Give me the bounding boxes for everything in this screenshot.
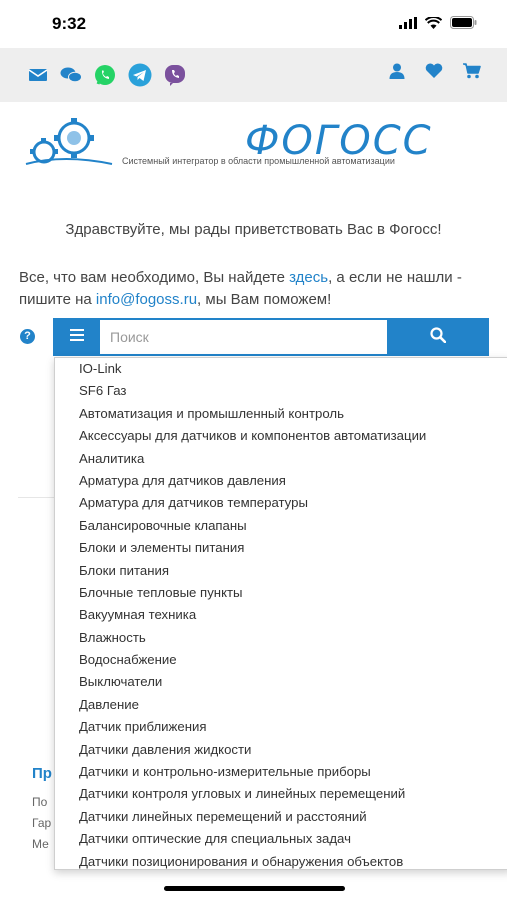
category-item[interactable]: Водоснабжение	[55, 649, 507, 671]
chat-icon[interactable]	[60, 67, 82, 83]
category-item[interactable]: Аксессуары для датчиков и компонентов ав…	[55, 425, 507, 447]
search-icon	[430, 326, 447, 348]
category-item[interactable]: Арматура для датчиков температуры	[55, 492, 507, 514]
info-text-part: Все, что вам необходимо, Вы найдете	[19, 269, 290, 286]
category-item[interactable]: Выключатели	[55, 671, 507, 693]
category-item[interactable]: IO-Link	[55, 358, 507, 380]
contact-icons	[28, 63, 186, 87]
category-item[interactable]: Датчики и контрольно-измерительные прибо…	[55, 761, 507, 783]
category-item[interactable]: Датчик приближения	[55, 716, 507, 738]
category-item[interactable]: Аналитика	[55, 448, 507, 470]
category-item[interactable]: SF6 Газ	[55, 380, 507, 402]
info-text: Все, что вам необходимо, Вы найдете здес…	[19, 267, 493, 311]
status-icons	[399, 16, 477, 29]
category-item[interactable]: Влажность	[55, 627, 507, 649]
section-line: Ме	[32, 837, 49, 851]
search-bar	[53, 318, 489, 356]
category-item[interactable]: Блоки питания	[55, 560, 507, 582]
account-icons	[389, 63, 481, 79]
search-input[interactable]	[100, 318, 387, 356]
category-item[interactable]: Блочные тепловые пункты	[55, 582, 507, 604]
section-line: Гар	[32, 816, 52, 830]
cart-icon[interactable]	[463, 63, 481, 79]
help-icon[interactable]: ?	[20, 329, 35, 344]
signal-icon	[399, 16, 417, 29]
category-item[interactable]: Давление	[55, 694, 507, 716]
category-item[interactable]: Датчики давления жидкости	[55, 739, 507, 761]
mail-icon[interactable]	[28, 68, 48, 82]
category-item[interactable]: Балансировочные клапаны	[55, 515, 507, 537]
top-bar	[0, 48, 507, 102]
welcome-text: Здравствуйте, мы рады приветствовать Вас…	[65, 221, 442, 238]
catalog-menu-button[interactable]	[53, 318, 100, 356]
here-link[interactable]: здесь	[289, 269, 328, 286]
category-item[interactable]: Блоки и элементы питания	[55, 537, 507, 559]
category-item[interactable]: Датчики оптические для специальных задач	[55, 828, 507, 850]
search-button[interactable]	[387, 318, 489, 356]
section-line: По	[32, 795, 48, 809]
home-indicator[interactable]	[164, 886, 345, 891]
category-item[interactable]: Автоматизация и промышленный контроль	[55, 403, 507, 425]
category-item[interactable]: Датчики контроля угловых и линейных пере…	[55, 783, 507, 805]
heart-icon[interactable]	[425, 63, 443, 79]
category-item[interactable]: Датчики линейных перемещений и расстояни…	[55, 806, 507, 828]
status-time: 9:32	[52, 14, 87, 33]
status-bar: 9:32	[0, 0, 507, 48]
hamburger-icon	[69, 328, 84, 346]
gears-logo-icon	[24, 116, 114, 173]
category-item[interactable]: Датчики позиционирования и обнаружения о…	[55, 851, 507, 869]
email-link[interactable]: info@fogoss.ru	[96, 291, 197, 308]
category-dropdown: IO-Link SF6 Газ Автоматизация и промышле…	[54, 357, 507, 870]
whatsapp-icon[interactable]	[94, 64, 116, 86]
user-icon[interactable]	[389, 63, 405, 79]
wifi-icon	[425, 16, 442, 29]
section-title: Пр	[32, 765, 52, 782]
brand-tagline: Системный интегратор в области промышлен…	[122, 156, 395, 166]
category-item[interactable]: Арматура для датчиков давления	[55, 470, 507, 492]
viber-icon[interactable]	[164, 64, 186, 86]
info-text-part: , мы Вам поможем!	[197, 291, 332, 308]
telegram-icon[interactable]	[128, 63, 152, 87]
category-item[interactable]: Вакуумная техника	[55, 604, 507, 626]
battery-icon	[450, 16, 477, 29]
